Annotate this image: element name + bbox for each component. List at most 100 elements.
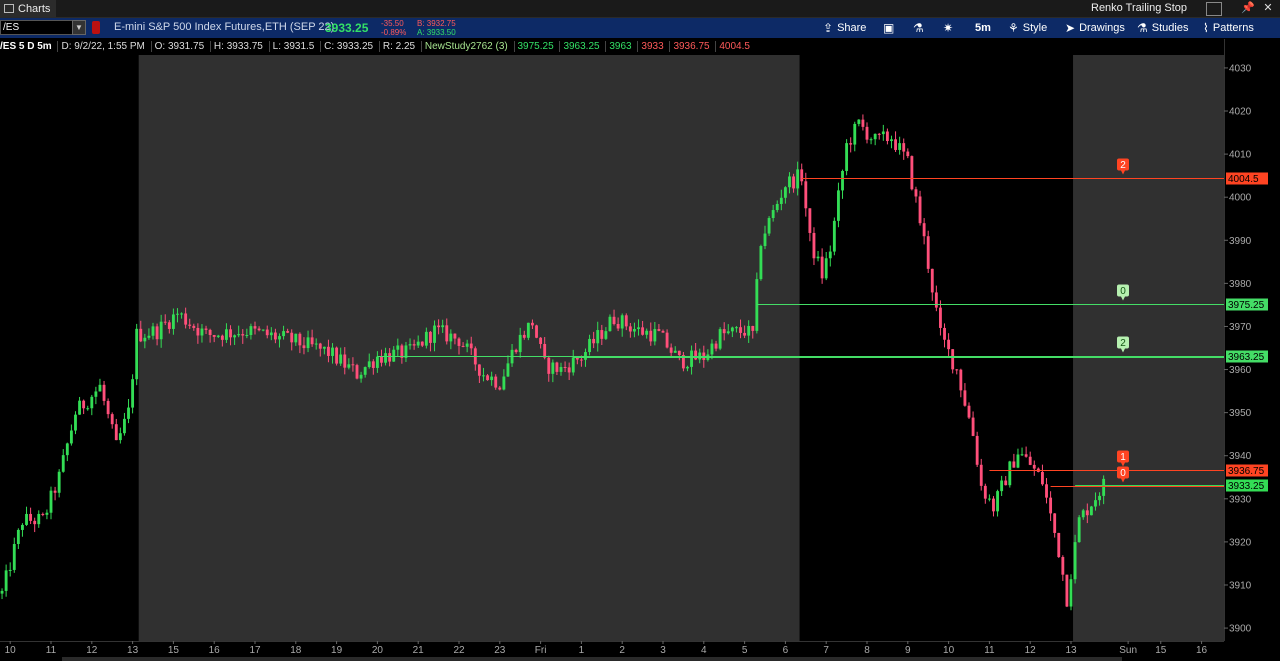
candle-body xyxy=(29,513,33,521)
candle-body xyxy=(147,335,151,338)
candle-body xyxy=(461,345,465,347)
candle-body xyxy=(722,329,726,334)
timeframe-button[interactable]: 5m xyxy=(975,20,991,36)
x-tick-label: 10 xyxy=(943,645,955,656)
candle-body xyxy=(902,143,906,152)
candle-body xyxy=(176,313,179,315)
candle-body xyxy=(665,332,669,348)
flask-button[interactable]: ⚗ xyxy=(913,20,928,36)
candle-body xyxy=(853,123,857,145)
candle-body xyxy=(302,345,306,349)
maximize-icon[interactable] xyxy=(1206,2,1222,16)
gear-icon: ✷ xyxy=(943,21,954,35)
candle-body xyxy=(412,344,416,346)
session-band xyxy=(0,55,139,641)
style-button[interactable]: ⚘ Style xyxy=(1008,20,1047,36)
close-icon[interactable]: ✕ xyxy=(1260,1,1276,15)
candle-body xyxy=(567,367,571,373)
candle-body xyxy=(445,325,449,342)
price-tag-label: 3933.25 xyxy=(1228,481,1265,492)
candle-body xyxy=(779,197,783,204)
candle-body xyxy=(86,408,90,410)
candle-body xyxy=(188,324,192,326)
candle-body xyxy=(41,513,45,515)
level-marker xyxy=(1117,158,1129,171)
x-tick-label: 6 xyxy=(783,645,789,656)
level-marker xyxy=(1117,284,1129,297)
candle-body xyxy=(755,279,759,331)
candle-body xyxy=(90,396,94,409)
candle-body xyxy=(1041,471,1044,485)
study-name[interactable]: NewStudy2762 (3) xyxy=(420,41,511,52)
drawings-button[interactable]: ➤ Drawings xyxy=(1065,20,1125,36)
candle-body xyxy=(996,491,999,512)
y-tick-label: 3930 xyxy=(1229,494,1252,505)
chart-toolbar: /ES ▼ E-mini S&P 500 Index Futures,ETH (… xyxy=(0,18,1280,38)
candle-body xyxy=(424,331,428,346)
candle-body xyxy=(783,187,787,198)
candle-body xyxy=(429,331,432,343)
candle-body xyxy=(702,352,706,360)
candle-body xyxy=(486,375,489,381)
candle-body xyxy=(473,348,477,365)
style-label: Style xyxy=(1022,22,1048,34)
candle-body xyxy=(596,330,600,344)
symbol-dropdown-icon[interactable]: ▼ xyxy=(72,20,86,35)
x-tick-label: 13 xyxy=(1065,645,1077,656)
candle-body xyxy=(657,329,661,331)
price-tag xyxy=(1226,479,1268,492)
x-tick-label: 22 xyxy=(453,645,465,656)
cursor-icon: ➤ xyxy=(1065,21,1076,35)
patterns-icon: ⌇ xyxy=(1203,21,1209,35)
candle-body xyxy=(812,232,816,259)
candle-body xyxy=(584,352,587,360)
x-tick-label: 11 xyxy=(46,645,57,656)
pin-icon[interactable]: 📌 xyxy=(1240,1,1256,15)
x-tick-label: 23 xyxy=(494,645,506,656)
candle-body xyxy=(351,364,355,366)
candle-body xyxy=(396,345,400,350)
candle-body xyxy=(885,131,889,142)
candle-body xyxy=(286,331,290,333)
candle-body xyxy=(314,343,318,345)
candle-body xyxy=(816,256,820,259)
candle-body xyxy=(951,349,955,370)
patterns-button[interactable]: ⌇ Patterns xyxy=(1203,20,1254,36)
candle-body xyxy=(253,326,257,329)
candle-body xyxy=(1016,454,1020,468)
candle-body xyxy=(906,151,910,157)
candle-body xyxy=(865,126,869,140)
candle-body xyxy=(151,326,155,336)
candle-body xyxy=(800,169,804,182)
candle-body xyxy=(767,218,771,234)
study-value: 4004.5 xyxy=(715,41,753,52)
study-value: 3975.25 xyxy=(513,41,557,52)
candle-body xyxy=(608,316,612,332)
level-marker-label: 2 xyxy=(1120,160,1126,171)
candle-body xyxy=(347,364,351,368)
candle-body xyxy=(37,513,41,525)
snapshot-button[interactable]: ▣ xyxy=(883,20,898,36)
x-tick-label: 20 xyxy=(372,645,384,656)
candle-body xyxy=(1049,497,1053,514)
charts-tab-label: Charts xyxy=(18,2,51,15)
candle-body xyxy=(837,190,840,221)
candle-body xyxy=(555,362,559,372)
share-button[interactable]: ⇪ Share xyxy=(823,20,866,36)
candle-body xyxy=(249,326,253,336)
candle-body xyxy=(494,376,498,388)
settings-button[interactable]: ✷ xyxy=(943,20,957,36)
candle-body xyxy=(641,327,645,335)
price-tag-label: 3963.25 xyxy=(1228,352,1265,363)
price-chart[interactable]: 3900391039203930394039503960397039803990… xyxy=(0,0,1280,661)
candle-body xyxy=(571,357,575,373)
candle-body xyxy=(987,498,991,500)
candle-body xyxy=(21,524,24,530)
studies-button[interactable]: ⚗ Studies xyxy=(1137,20,1188,36)
candle-body xyxy=(845,143,849,171)
candle-body xyxy=(298,333,302,346)
charts-tab[interactable]: Charts xyxy=(0,0,56,17)
x-tick-label: 15 xyxy=(1155,645,1167,656)
candle-body xyxy=(1020,454,1024,456)
level-marker xyxy=(1117,450,1129,463)
